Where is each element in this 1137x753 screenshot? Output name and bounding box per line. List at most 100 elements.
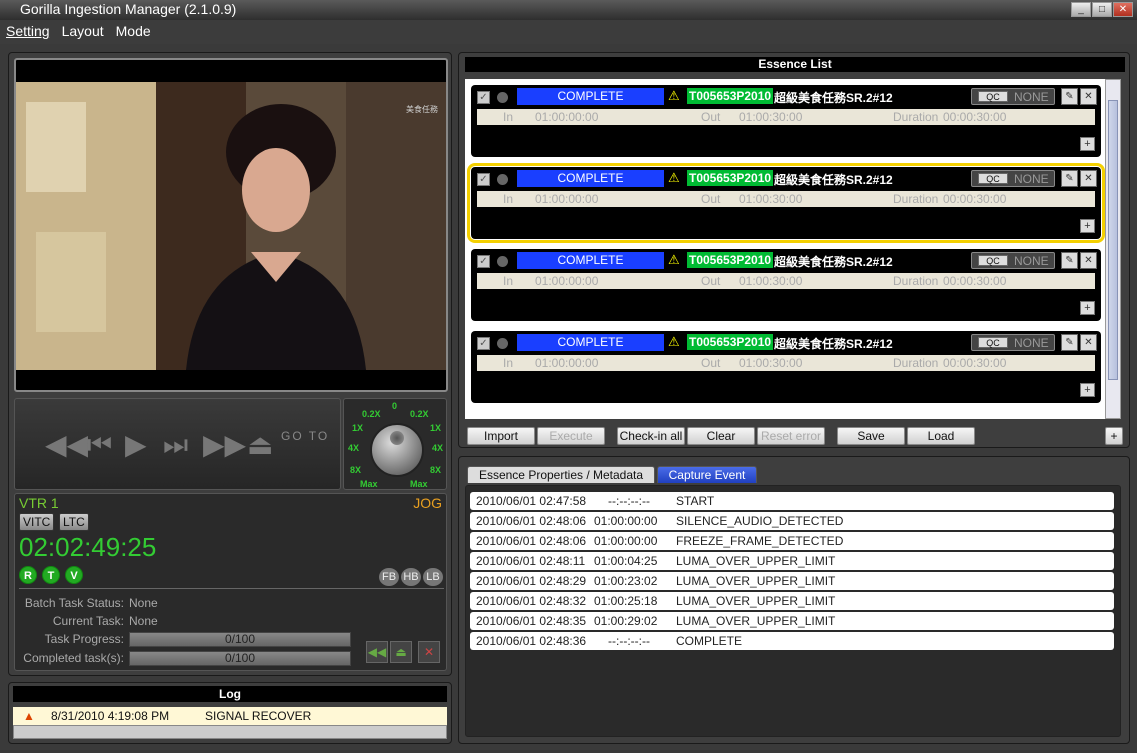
duration-value: 00:00:30:00 (943, 192, 1007, 206)
edit-icon[interactable]: ✎ (1061, 334, 1078, 351)
title-bar: Gorilla Ingestion Manager (2.1.0.9) _ □ … (0, 0, 1137, 20)
event-time: 2010/06/01 02:48:06 (476, 534, 587, 548)
jog-label: 8X (430, 465, 442, 475)
out-value: 01:00:30:00 (739, 274, 803, 288)
add-icon[interactable]: + (1080, 219, 1095, 233)
r-indicator[interactable]: R (19, 566, 37, 584)
add-essence-button[interactable]: + (1105, 427, 1123, 445)
add-icon[interactable]: + (1080, 137, 1095, 151)
edit-icon[interactable]: ✎ (1061, 252, 1078, 269)
ltc-button[interactable]: LTC (59, 513, 89, 531)
load-button[interactable]: Load (907, 427, 975, 445)
checkin-all-button[interactable]: Check-in all (617, 427, 685, 445)
event-row[interactable]: 2010/06/01 02:48:06 01:00:00:00 SILENCE_… (470, 512, 1114, 530)
event-row[interactable]: 2010/06/01 02:47:58 --:--:--:-- START (470, 492, 1114, 510)
lb-indicator[interactable]: LB (423, 568, 443, 586)
save-button[interactable]: Save (837, 427, 905, 445)
tab-capture-event[interactable]: Capture Event (657, 466, 757, 483)
out-label: Out (701, 110, 721, 124)
tab-essence-properties[interactable]: Essence Properties / Metadata (467, 466, 655, 483)
edit-icon[interactable]: ✎ (1061, 170, 1078, 187)
in-value: 01:00:00:00 (535, 356, 599, 370)
item-checkbox[interactable]: ✓ (477, 255, 490, 268)
event-row[interactable]: 2010/06/01 02:48:36 --:--:--:-- COMPLETE (470, 632, 1114, 650)
event-timecode: 01:00:29:02 (594, 614, 658, 628)
duration-label: Duration (893, 356, 939, 370)
in-label: In (503, 274, 514, 288)
essence-scrollbar[interactable] (1105, 79, 1121, 419)
item-checkbox[interactable]: ✓ (477, 91, 490, 104)
add-icon[interactable]: + (1080, 383, 1095, 397)
qc-button[interactable]: QC (978, 255, 1008, 266)
in-value: 01:00:00:00 (535, 110, 599, 124)
reset-error-button[interactable]: Reset error (757, 427, 825, 445)
menu-mode[interactable]: Mode (116, 23, 151, 44)
next-icon[interactable]: ⏭ (163, 431, 188, 459)
edit-icon[interactable]: ✎ (1061, 88, 1078, 105)
event-time: 2010/06/01 02:48:32 (476, 594, 587, 608)
remove-icon[interactable]: ✕ (1080, 334, 1097, 351)
event-row[interactable]: 2010/06/01 02:48:06 01:00:00:00 FREEZE_F… (470, 532, 1114, 550)
v-indicator[interactable]: V (65, 566, 83, 584)
clear-button[interactable]: Clear (687, 427, 755, 445)
event-name: START (676, 494, 715, 508)
menu-bar: Setting Layout Mode (0, 20, 1137, 44)
hb-indicator[interactable]: HB (401, 568, 421, 586)
essence-item[interactable]: ✓ COMPLETE ⚠ T005653P2010 超級美食任務SR.2#12 … (467, 163, 1105, 243)
scroll-thumb[interactable] (1108, 100, 1118, 380)
completed-progress-bar: 0/100 (129, 651, 351, 666)
menu-layout[interactable]: Layout (62, 23, 104, 44)
vitc-button[interactable]: VITC (19, 513, 55, 531)
qc-value: NONE (1014, 336, 1049, 350)
jog-label: 1X (352, 423, 364, 433)
status-dot (497, 174, 508, 185)
tape-name: 超級美食任務SR.2#12 (774, 337, 893, 351)
minimize-button[interactable]: _ (1071, 2, 1091, 17)
divider (19, 588, 444, 589)
qc-button[interactable]: QC (978, 337, 1008, 348)
menu-setting[interactable]: Setting (6, 23, 50, 44)
event-time: 2010/06/01 02:48:35 (476, 614, 587, 628)
maximize-button[interactable]: □ (1092, 2, 1112, 17)
goto-button[interactable]: GO TO (281, 429, 329, 443)
event-row[interactable]: 2010/06/01 02:48:29 01:00:23:02 LUMA_OVE… (470, 572, 1114, 590)
eject-icon[interactable]: ⏏ (247, 431, 273, 459)
event-row[interactable]: 2010/06/01 02:48:32 01:00:25:18 LUMA_OVE… (470, 592, 1114, 610)
essence-item[interactable]: ✓ COMPLETE ⚠ T005653P2010 超級美食任務SR.2#12 … (471, 249, 1101, 321)
eject-task-icon[interactable]: ⏏ (390, 641, 412, 663)
jog-knob[interactable] (370, 423, 424, 477)
item-checkbox[interactable]: ✓ (477, 173, 490, 186)
jog-label: 4X (348, 443, 360, 453)
fast-forward-icon[interactable]: ▶▶ (203, 431, 246, 459)
qc-button[interactable]: QC (978, 173, 1008, 184)
item-checkbox[interactable]: ✓ (477, 337, 490, 350)
prev-icon[interactable]: ⏮ (87, 431, 112, 459)
event-row[interactable]: 2010/06/01 02:48:11 01:00:04:25 LUMA_OVE… (470, 552, 1114, 570)
video-preview: 美食任務 (14, 58, 448, 392)
essence-item[interactable]: ✓ COMPLETE ⚠ T005653P2010 超級美食任務SR.2#12 … (471, 331, 1101, 403)
essence-item[interactable]: ✓ COMPLETE ⚠ T005653P2010 超級美食任務SR.2#12 … (471, 85, 1101, 157)
video-caption: 美食任務 (406, 105, 438, 114)
close-button[interactable]: ✕ (1113, 2, 1133, 17)
status-dot (497, 256, 508, 267)
event-timecode: --:--:--:-- (608, 634, 650, 648)
remove-icon[interactable]: ✕ (1080, 88, 1097, 105)
execute-button[interactable]: Execute (537, 427, 605, 445)
tape-id: T005653P2010 (687, 170, 774, 186)
import-button[interactable]: Import (467, 427, 535, 445)
rewind-task-icon[interactable]: ◀◀ (366, 641, 388, 663)
remove-icon[interactable]: ✕ (1080, 170, 1097, 187)
log-scrollbar[interactable] (13, 725, 447, 739)
event-timecode: 01:00:00:00 (594, 514, 658, 528)
qc-button[interactable]: QC (978, 91, 1008, 102)
event-row[interactable]: 2010/06/01 02:48:35 01:00:29:02 LUMA_OVE… (470, 612, 1114, 630)
current-value: None (129, 614, 158, 628)
remove-icon[interactable]: ✕ (1080, 252, 1097, 269)
fb-indicator[interactable]: FB (379, 568, 399, 586)
play-icon[interactable]: ▶ (125, 431, 147, 459)
add-icon[interactable]: + (1080, 301, 1095, 315)
cancel-task-icon[interactable]: ✕ (418, 641, 440, 663)
rewind-icon[interactable]: ◀◀ (45, 431, 88, 459)
tape-id: T005653P2010 (687, 334, 774, 350)
t-indicator[interactable]: T (42, 566, 60, 584)
